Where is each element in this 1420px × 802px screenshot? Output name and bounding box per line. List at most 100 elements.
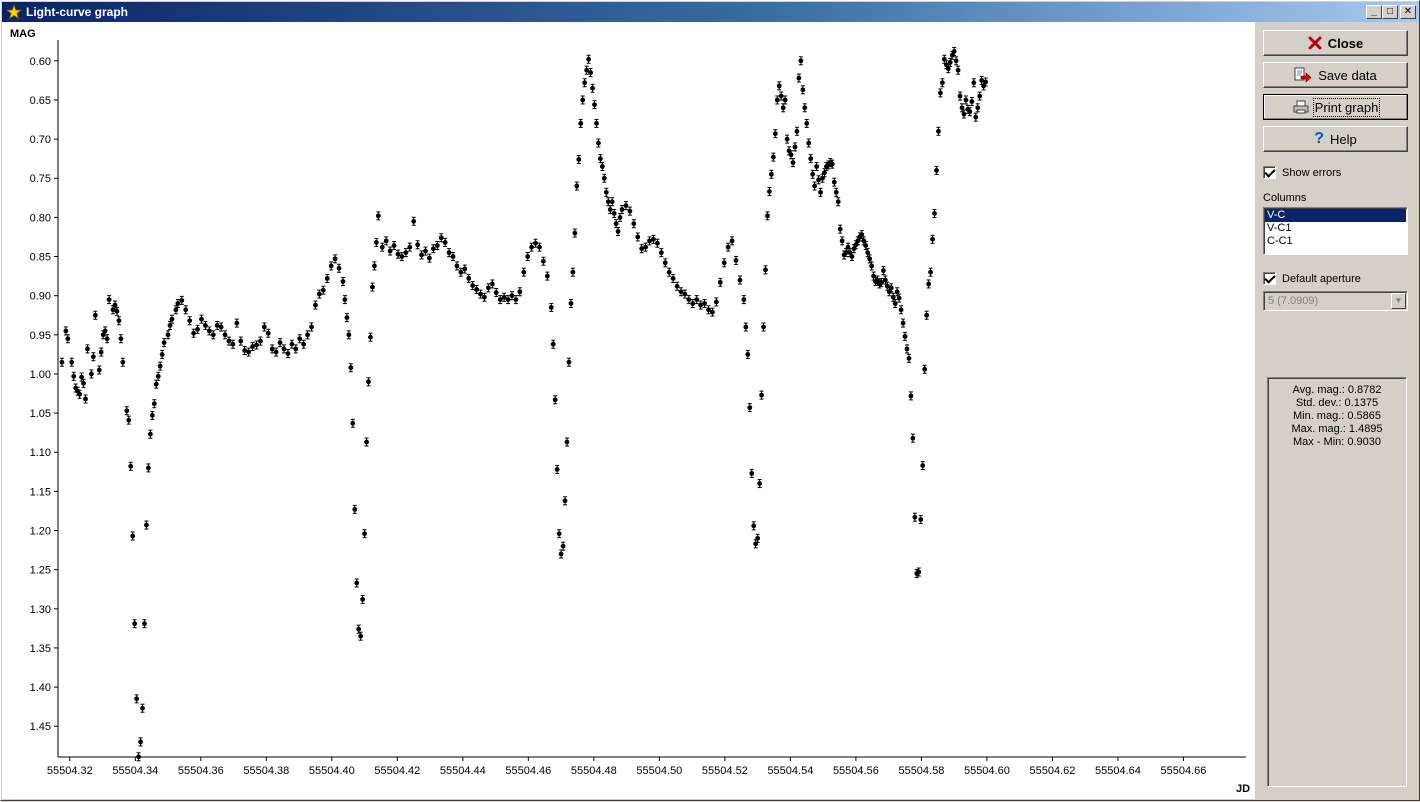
data-point <box>717 279 723 285</box>
data-point <box>336 265 342 271</box>
y-tick-label: 1.30 <box>30 604 51 616</box>
data-point <box>761 324 766 330</box>
help-button[interactable]: ? Help <box>1263 126 1408 152</box>
data-point <box>149 413 155 418</box>
aperture-select[interactable]: 5 (7.0909) ▼ <box>1263 291 1408 311</box>
data-point <box>655 240 660 246</box>
data-point <box>741 297 747 302</box>
data-point <box>737 277 743 283</box>
light-curve-chart[interactable]: MAG JD 0.60 0.65 0.70 0.75 0.80 0.85 0.90 0.95 1.… <box>2 22 1255 799</box>
data-point <box>725 244 731 250</box>
data-point <box>863 243 869 248</box>
data-point <box>210 332 216 338</box>
data-point <box>770 154 776 160</box>
column-item-v-c1[interactable]: V-C1 <box>1265 222 1406 235</box>
data-point <box>151 401 157 407</box>
default-aperture-checkbox[interactable] <box>1263 272 1276 285</box>
data-point <box>541 258 546 264</box>
data-point <box>83 396 88 402</box>
light-curve-plot[interactable]: MAG JD 0.60 0.65 0.70 0.75 0.80 0.85 0.90 0.95 1.… <box>2 22 1255 799</box>
data-point <box>478 291 483 297</box>
data-point <box>594 121 599 126</box>
show-errors-option[interactable]: Show errors <box>1263 166 1341 179</box>
chevron-down-icon[interactable]: ▼ <box>1391 293 1406 309</box>
data-point <box>466 276 472 281</box>
maximize-button[interactable]: □ <box>1382 5 1398 19</box>
data-point <box>947 59 953 65</box>
data-point <box>831 179 837 185</box>
chart-points <box>59 46 989 762</box>
y-tick-label: 0.95 <box>30 330 51 342</box>
print-graph-label: Print graph <box>1312 97 1381 117</box>
save-export-icon <box>1294 67 1312 83</box>
data-point <box>81 380 86 386</box>
data-point <box>183 307 189 313</box>
data-point <box>601 175 607 181</box>
stat-range: Max - Min: 0.9030 <box>1292 436 1382 448</box>
data-point <box>159 351 165 357</box>
save-data-button[interactable]: Save data <box>1263 62 1408 88</box>
data-point <box>340 279 346 284</box>
data-point <box>599 164 605 169</box>
title-bar[interactable]: Light-curve graph _ □ ✕ <box>2 2 1419 22</box>
data-point <box>890 294 896 300</box>
data-point <box>598 156 603 162</box>
data-point <box>867 256 873 262</box>
data-point <box>961 111 967 117</box>
data-point <box>529 244 535 250</box>
close-button[interactable]: Close <box>1263 30 1408 56</box>
data-point <box>635 234 641 240</box>
data-point <box>169 316 175 322</box>
data-point <box>391 243 397 248</box>
y-tick-label: 1.35 <box>30 643 51 655</box>
data-point <box>798 58 804 64</box>
data-point <box>804 121 810 126</box>
minimize-button[interactable]: _ <box>1366 5 1382 19</box>
print-graph-button[interactable]: Print graph <box>1263 94 1408 120</box>
data-point <box>574 183 580 189</box>
data-point <box>230 341 236 347</box>
data-point <box>399 254 405 259</box>
close-window-button[interactable]: ✕ <box>1400 5 1416 19</box>
aperture-value: 5 (7.0909) <box>1268 295 1319 307</box>
data-point <box>904 346 910 352</box>
data-point <box>195 326 200 332</box>
data-point <box>560 543 566 549</box>
data-point <box>570 269 576 275</box>
stat-std-dev: Std. dev.: 0.1375 <box>1295 397 1379 409</box>
light-curve-window: Light-curve graph _ □ ✕ MAG JD 0.60 0.65 0.… <box>0 0 1420 801</box>
data-point <box>350 420 356 426</box>
x-tick-label: 55504.46 <box>505 765 551 777</box>
stat-min-mag: Min. mag.: 0.5865 <box>1292 410 1382 422</box>
data-point <box>403 250 409 256</box>
column-item-v-c[interactable]: V-C <box>1265 209 1406 222</box>
data-point <box>818 189 823 195</box>
data-point <box>973 114 979 120</box>
data-point <box>900 320 906 326</box>
data-point <box>301 341 307 347</box>
data-point <box>254 342 259 348</box>
data-point <box>837 226 843 232</box>
data-point <box>613 221 619 227</box>
data-point <box>658 250 664 256</box>
data-point <box>85 346 90 352</box>
data-point <box>778 93 784 99</box>
data-point <box>358 633 364 639</box>
columns-listbox[interactable]: V-C V-C1 C-C1 <box>1263 207 1408 255</box>
printer-icon <box>1293 100 1309 114</box>
data-point <box>434 243 440 248</box>
data-point <box>128 463 134 469</box>
data-point <box>116 318 122 324</box>
data-point <box>566 359 572 365</box>
default-aperture-option[interactable]: Default aperture <box>1263 272 1361 285</box>
data-point <box>945 66 951 72</box>
data-point <box>578 121 584 126</box>
data-point <box>959 105 965 111</box>
data-point <box>59 359 65 365</box>
column-item-c-c1[interactable]: C-C1 <box>1265 235 1406 248</box>
data-point <box>713 299 719 305</box>
x-tick-label: 55504.52 <box>702 765 748 777</box>
data-point <box>939 80 945 86</box>
stat-max-mag: Max. mag.: 1.4895 <box>1291 423 1383 435</box>
show-errors-checkbox[interactable] <box>1263 166 1276 179</box>
